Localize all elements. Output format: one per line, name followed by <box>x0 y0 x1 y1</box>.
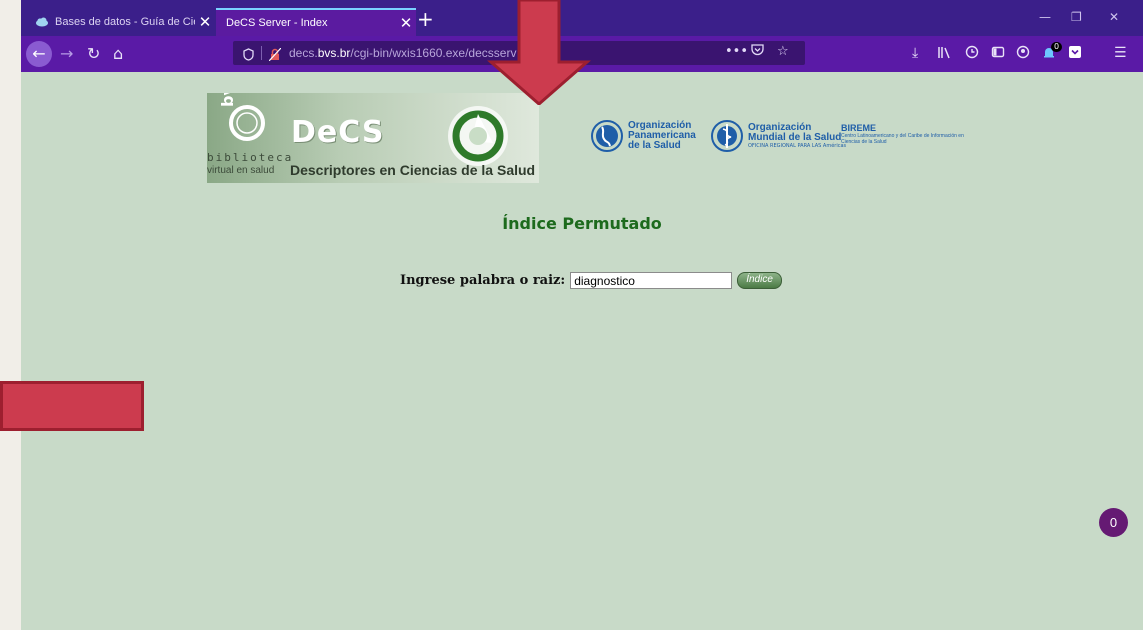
page-actions-icon[interactable]: ••• <box>725 44 748 59</box>
page-title: Índice Permutado <box>502 214 662 233</box>
decs-emblem-icon <box>448 106 508 166</box>
account-icon[interactable] <box>1016 45 1030 63</box>
minimize-icon[interactable]: — <box>1039 10 1051 24</box>
insecure-lock-icon[interactable] <box>268 46 282 62</box>
url-prefix: decs. <box>289 46 318 60</box>
back-arrow-icon[interactable]: ← <box>26 41 52 67</box>
pocket-icon[interactable] <box>751 44 764 60</box>
pocket-extension-icon[interactable] <box>1068 45 1082 63</box>
home-icon[interactable]: ⌂ <box>113 44 123 63</box>
library-icon[interactable] <box>937 45 951 63</box>
restore-icon[interactable]: ❐ <box>1071 10 1082 24</box>
new-tab-icon[interactable]: + <box>417 7 434 31</box>
oms-logo[interactable]: Organización Mundial de la Salud OFICINA… <box>710 119 846 153</box>
decs-logo-text: DeCS <box>291 115 385 150</box>
oms-name: Organización Mundial de la Salud <box>748 122 842 143</box>
search-label: Ingrese palabra o raiz: <box>400 273 566 288</box>
download-icon[interactable]: ⤓ <box>912 45 918 61</box>
tab-label: Bases de datos - Guía de Cienc <box>55 16 195 28</box>
biblioteca-text: biblioteca <box>207 151 294 164</box>
history-icon[interactable] <box>965 45 979 63</box>
url-text[interactable]: decs.bvs.br/cgi-bin/wxis1660.exe/decsser… <box>289 46 516 60</box>
reload-icon[interactable]: ↻ <box>87 44 100 63</box>
annotation-bar <box>0 381 144 431</box>
forward-arrow-icon[interactable]: → <box>60 44 73 63</box>
notification-count-badge: 0 <box>1051 42 1063 52</box>
sidebar-icon[interactable] <box>991 45 1005 63</box>
ops-name: Organización Panamericana de la Salud <box>628 120 696 151</box>
search-form: Ingrese palabra o raiz: Índice <box>400 272 782 289</box>
oms-emblem-icon <box>711 120 743 152</box>
index-button[interactable]: Índice <box>737 272 782 289</box>
bookmark-star-icon[interactable]: ☆ <box>777 44 789 59</box>
decs-banner: bvs DeCS biblioteca virtual en salud Des… <box>207 93 539 183</box>
bireme-logo[interactable]: BIREME Centro Latinoamericano y del Cari… <box>841 123 971 145</box>
tab-decs-server[interactable]: DeCS Server - Index ✕ <box>216 8 416 36</box>
ops-logo[interactable]: Organización Panamericana de la Salud <box>590 119 696 153</box>
bvs-logo-icon: bvs <box>218 93 265 141</box>
decs-tagline: Descriptores en Ciencias de la Salud <box>290 162 536 178</box>
oms-subtitle: OFICINA REGIONAL PARA LAS Américas <box>748 143 847 149</box>
annotation-arrow-icon <box>487 0 591 105</box>
ops-globe-icon <box>591 120 623 152</box>
close-tab-icon[interactable]: ✕ <box>396 14 416 32</box>
tab-label: DeCS Server - Index <box>226 17 328 29</box>
tab-bases-de-datos[interactable]: Bases de datos - Guía de Cienc ✕ <box>25 8 215 36</box>
tracking-shield-icon[interactable] <box>243 46 254 61</box>
bireme-subtitle: Centro Latinoamericano y del Caribe de I… <box>841 133 964 145</box>
search-input[interactable] <box>570 272 733 289</box>
virtual-salud-text: virtual en salud <box>207 165 275 176</box>
window-close-icon[interactable]: ✕ <box>1109 10 1119 24</box>
cloud-favicon-icon <box>35 17 49 27</box>
hamburger-menu-icon[interactable]: ☰ <box>1114 45 1127 61</box>
close-tab-icon[interactable]: ✕ <box>195 13 215 31</box>
floating-counter-badge[interactable]: 0 <box>1099 508 1128 537</box>
page-content: bvs DeCS biblioteca virtual en salud Des… <box>21 72 1143 630</box>
url-separator <box>261 46 262 60</box>
url-domain: bvs.br <box>317 46 351 60</box>
svg-text:bvs: bvs <box>218 93 237 107</box>
bireme-title: BIREME <box>841 123 877 133</box>
